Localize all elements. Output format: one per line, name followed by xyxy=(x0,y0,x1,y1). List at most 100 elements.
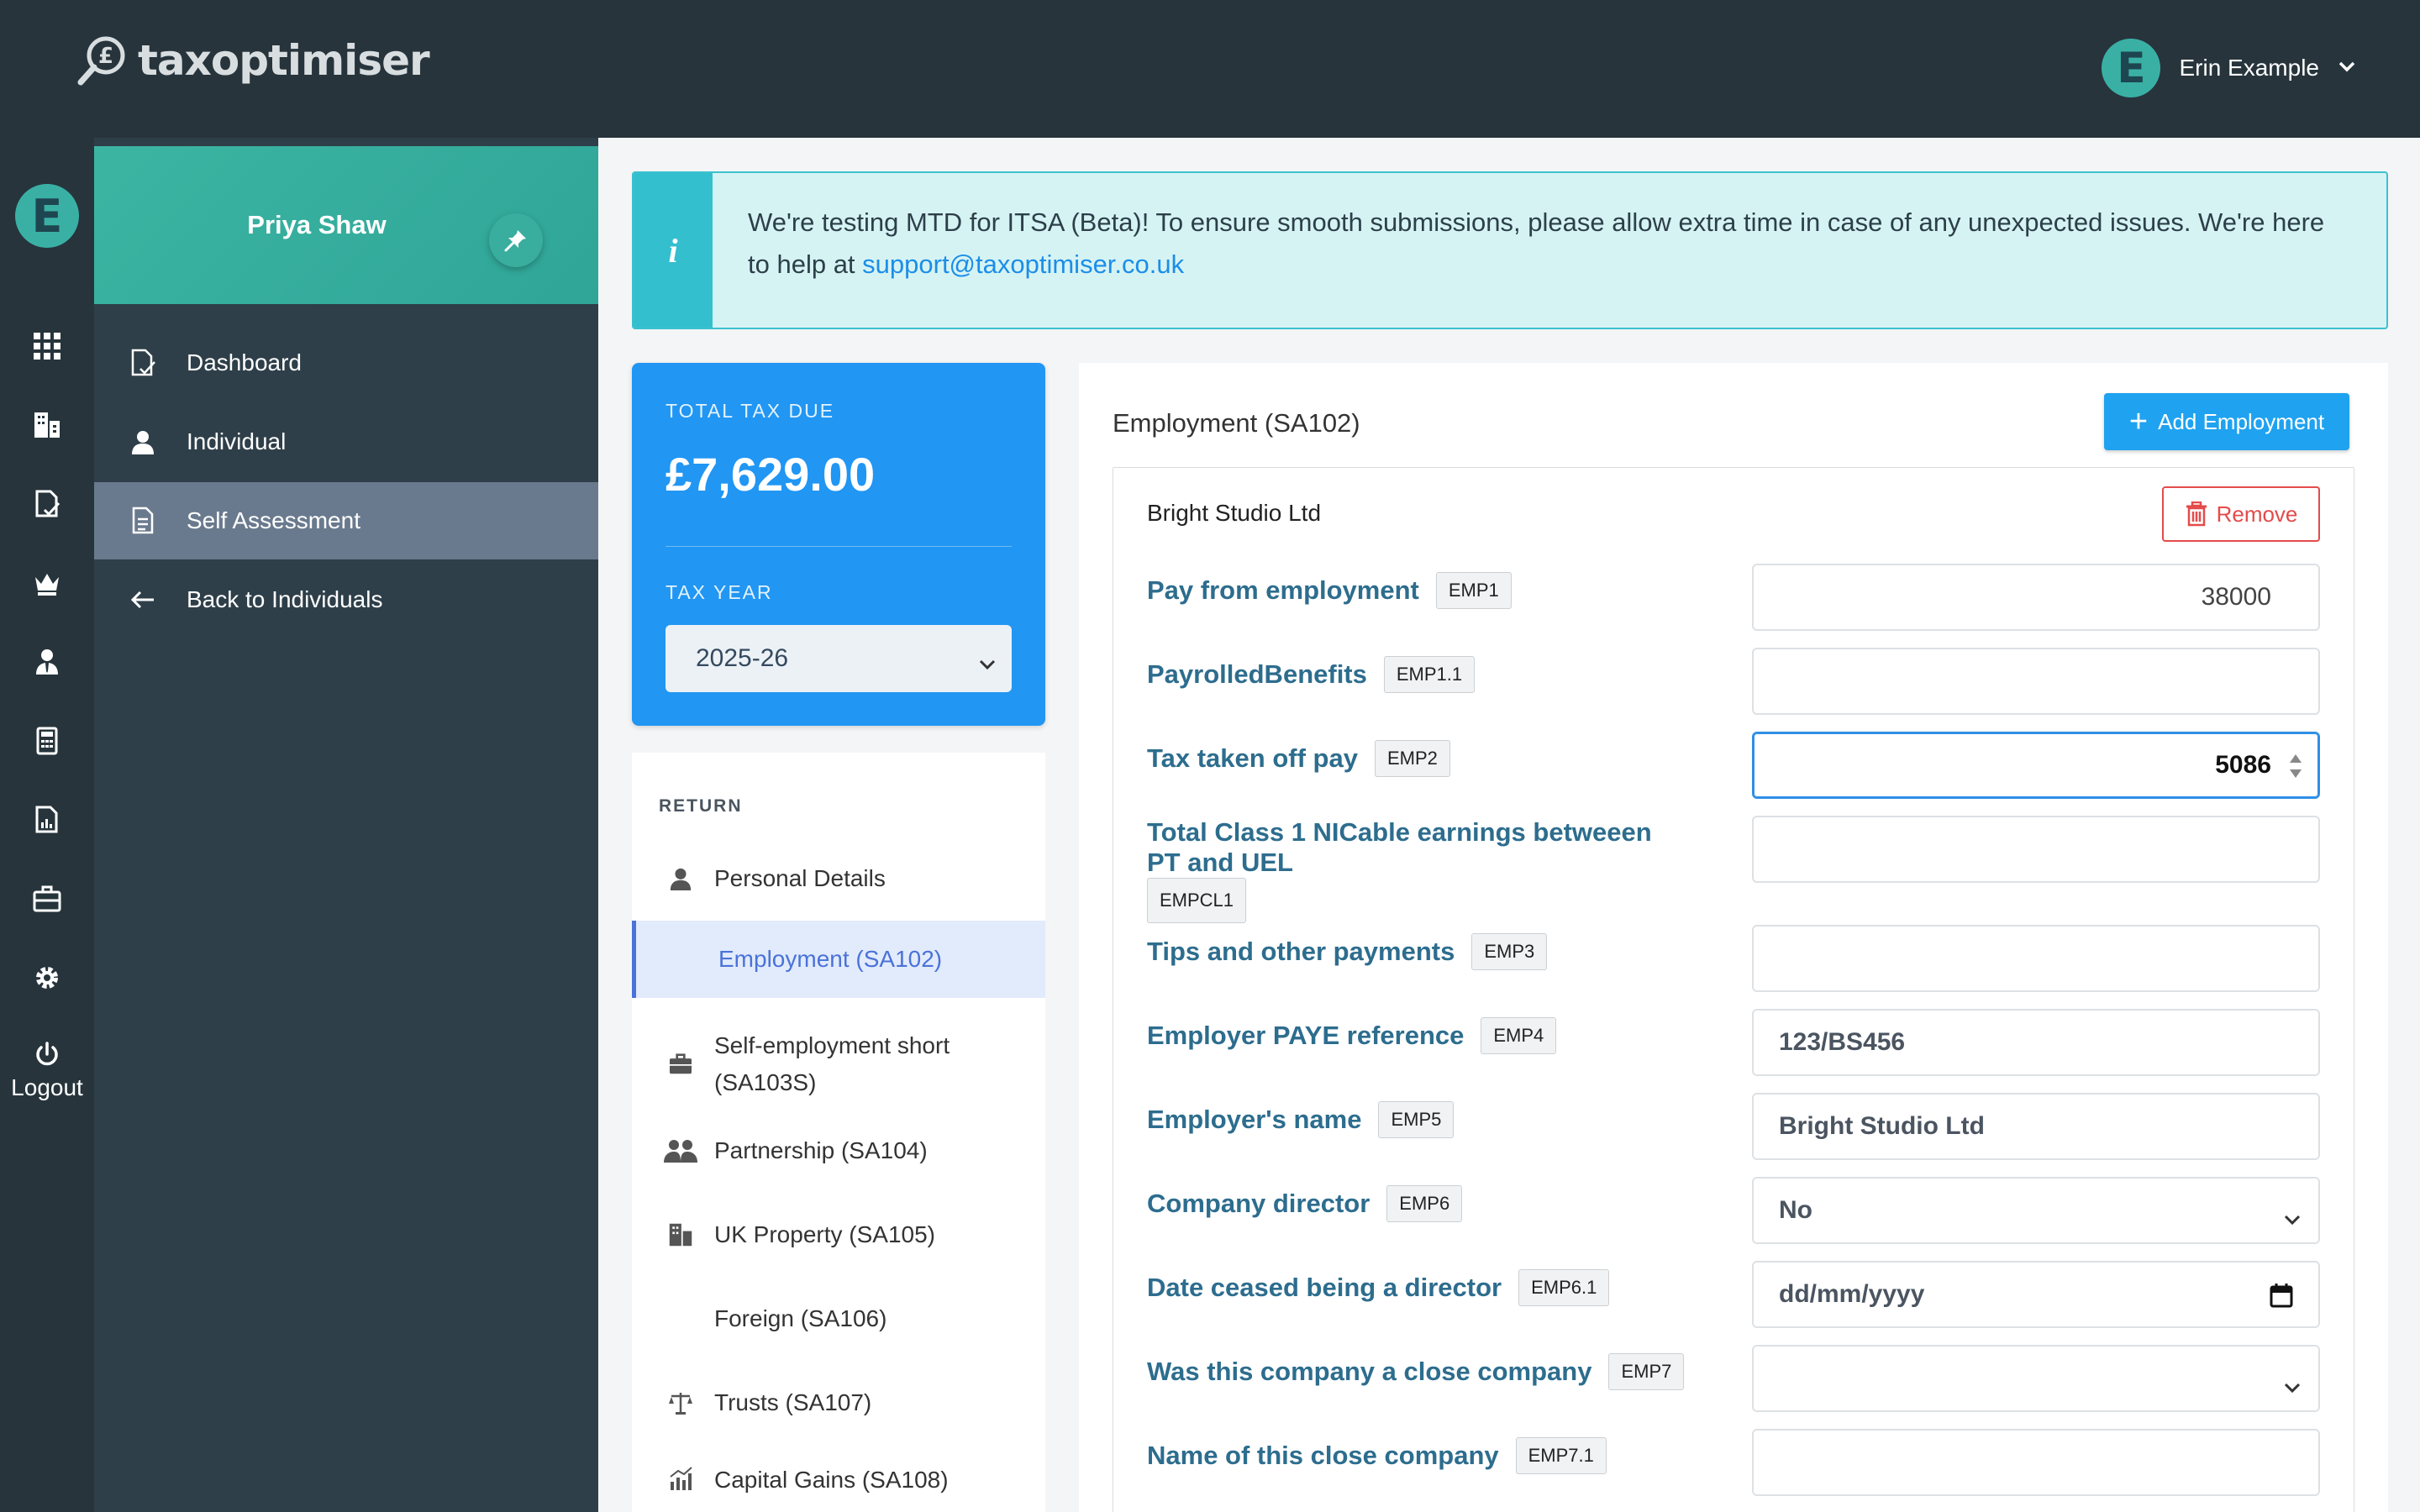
arrow-left-icon xyxy=(124,590,161,610)
field-code: EMP2 xyxy=(1374,740,1450,777)
sidebar-item-self-assessment[interactable]: Self Assessment xyxy=(94,482,598,559)
field-code: EMP6.1 xyxy=(1518,1269,1610,1306)
rail-avatar[interactable]: E xyxy=(15,184,79,248)
users-icon xyxy=(662,1139,699,1163)
payrolled-benefits-input[interactable] xyxy=(1752,648,2320,715)
sidebar-item-label: Back to Individuals xyxy=(187,586,383,612)
logo-text: taxoptimiser xyxy=(138,36,430,85)
return-item-foreign[interactable]: Foreign (SA106) xyxy=(632,1280,1045,1357)
return-header: RETURN xyxy=(659,796,743,816)
support-email-link[interactable]: support@taxoptimiser.co.uk xyxy=(862,249,1184,279)
field-code: EMP7.1 xyxy=(1515,1437,1607,1474)
return-item-trusts[interactable]: Trusts (SA107) xyxy=(632,1364,1045,1441)
return-item-self-employment[interactable]: Self-employment short (SA103S) xyxy=(632,1018,1045,1110)
return-item-label: Partnership (SA104) xyxy=(714,1137,928,1163)
info-icon: i xyxy=(634,173,713,328)
briefcase-icon xyxy=(662,1053,699,1075)
field-label-date-ceased: Date ceased being a director EMP6.1 xyxy=(1147,1269,1735,1306)
briefcase-icon[interactable] xyxy=(30,882,64,916)
sidebar-item-back-to-individuals[interactable]: Back to Individuals xyxy=(94,561,598,638)
document-check-icon[interactable] xyxy=(30,487,64,521)
user-icon xyxy=(662,867,699,890)
tips-input[interactable] xyxy=(1752,925,2320,992)
user-tie-icon[interactable] xyxy=(30,645,64,679)
field-label-class1-nic: Total Class 1 NICable earnings betweeen … xyxy=(1147,817,1702,923)
icon-rail: E Logout xyxy=(0,138,94,1512)
chevron-down-icon xyxy=(2338,60,2356,76)
report-icon[interactable] xyxy=(30,803,64,837)
apps-grid-icon[interactable] xyxy=(30,329,64,363)
beta-notice: i We're testing MTD for ITSA (Beta)! To … xyxy=(632,171,2388,329)
logout-button[interactable]: Logout xyxy=(0,1041,94,1101)
field-label-tips: Tips and other payments EMP3 xyxy=(1147,933,1735,970)
calculator-icon[interactable] xyxy=(30,724,64,758)
return-nav: RETURN Personal Details Employment (SA10… xyxy=(632,753,1045,1512)
field-label-close-company-name: Name of this close company EMP7.1 xyxy=(1147,1437,1735,1474)
pay-from-employment-input[interactable]: 38000 xyxy=(1752,564,2320,631)
return-item-label: Self-employment short (SA103S) xyxy=(714,1032,950,1095)
user-avatar: E xyxy=(2102,39,2161,97)
return-item-label: Foreign (SA106) xyxy=(714,1305,887,1331)
pin-icon xyxy=(504,230,526,252)
sidebar-item-individual[interactable]: Individual xyxy=(94,403,598,480)
field-label-employer-name: Employer's name EMP5 xyxy=(1147,1101,1735,1138)
svg-text:£: £ xyxy=(98,44,113,69)
plus-icon: + xyxy=(2128,404,2149,439)
date-ceased-input[interactable]: dd/mm/yyyy xyxy=(1752,1261,2320,1328)
employer-name-input[interactable]: Bright Studio Ltd xyxy=(1752,1093,2320,1160)
tax-taken-off-pay-input[interactable]: 5086 xyxy=(1752,732,2320,799)
paye-reference-input[interactable]: 123/BS456 xyxy=(1752,1009,2320,1076)
pin-button[interactable] xyxy=(489,213,543,267)
number-spinner-icon[interactable] xyxy=(2288,752,2303,787)
return-item-employment[interactable]: Employment (SA102) xyxy=(632,921,1045,998)
field-code: EMP5 xyxy=(1378,1101,1455,1138)
employment-card: Bright Studio Ltd Remove Pay from employ… xyxy=(1113,467,2354,1512)
field-label-pay: Pay from employment EMP1 xyxy=(1147,572,1735,609)
calendar-icon[interactable] xyxy=(2270,1283,2293,1315)
tax-year-select[interactable]: 2025-26 xyxy=(666,625,1012,692)
employment-panel: Employment (SA102) + Add Employment Brig… xyxy=(1079,363,2388,1512)
field-code: EMP1 xyxy=(1435,572,1512,609)
remove-label: Remove xyxy=(2216,501,2298,527)
return-item-uk-property[interactable]: UK Property (SA105) xyxy=(632,1196,1045,1273)
return-item-capital-gains[interactable]: Capital Gains (SA108) xyxy=(632,1448,1045,1512)
tax-year-label: TAX YEAR xyxy=(666,581,773,603)
company-director-select[interactable]: No xyxy=(1752,1177,2320,1244)
buildings-icon[interactable] xyxy=(30,408,64,442)
return-item-label: Personal Details xyxy=(714,865,886,891)
crown-icon[interactable] xyxy=(30,566,64,600)
scales-icon xyxy=(662,1391,699,1415)
main-content: i We're testing MTD for ITSA (Beta)! To … xyxy=(598,138,2420,1512)
gear-icon[interactable] xyxy=(30,961,64,995)
sidebar-item-label: Self Assessment xyxy=(187,507,360,533)
client-header: Priya Shaw xyxy=(94,146,598,304)
sidebar-item-label: Dashboard xyxy=(187,349,302,375)
employment-title: Employment (SA102) xyxy=(1113,408,1360,438)
user-name: Erin Example xyxy=(2179,55,2319,81)
return-item-label: Capital Gains (SA108) xyxy=(714,1467,949,1493)
trash-icon xyxy=(2186,501,2207,527)
return-item-partnership[interactable]: Partnership (SA104) xyxy=(632,1112,1045,1189)
document-check-icon xyxy=(124,349,161,377)
sidebar: Priya Shaw Dashboard Individual Self Ass… xyxy=(94,138,598,1512)
sidebar-item-label: Individual xyxy=(187,428,287,454)
app-logo[interactable]: £ taxoptimiser xyxy=(76,34,430,87)
power-icon xyxy=(36,1042,58,1066)
field-code: EMP3 xyxy=(1471,933,1548,970)
magnifier-pound-icon: £ xyxy=(76,34,129,87)
field-code: EMP1.1 xyxy=(1383,656,1476,693)
add-employment-button[interactable]: + Add Employment xyxy=(2104,393,2349,450)
class1-nic-input[interactable] xyxy=(1752,816,2320,883)
chart-icon xyxy=(662,1467,699,1490)
sidebar-item-dashboard[interactable]: Dashboard xyxy=(94,324,598,402)
field-label-company-director: Company director EMP6 xyxy=(1147,1185,1735,1222)
user-menu[interactable]: E Erin Example xyxy=(2102,39,2356,97)
chevron-down-icon xyxy=(2283,1204,2302,1232)
field-code: EMP4 xyxy=(1481,1017,1557,1054)
return-item-personal-details[interactable]: Personal Details xyxy=(632,840,1045,917)
return-item-label: Employment (SA102) xyxy=(718,946,943,972)
field-label-paye-ref: Employer PAYE reference EMP4 xyxy=(1147,1017,1735,1054)
close-company-name-input[interactable] xyxy=(1752,1429,2320,1496)
remove-employment-button[interactable]: Remove xyxy=(2162,486,2320,542)
close-company-select[interactable] xyxy=(1752,1345,2320,1412)
